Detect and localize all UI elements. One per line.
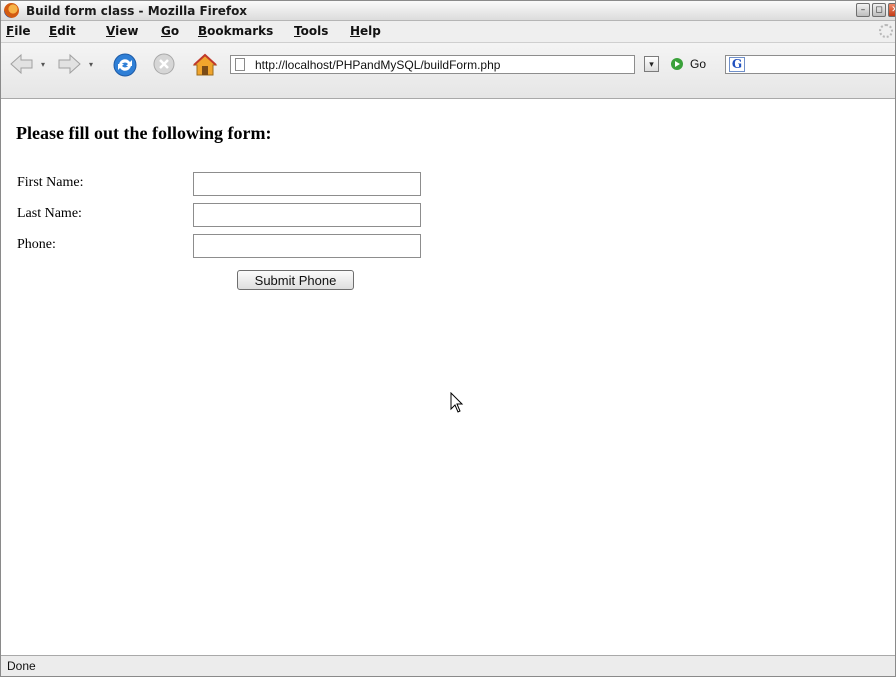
forward-dropdown-icon[interactable]: ▾ xyxy=(89,60,93,69)
menu-view[interactable]: View xyxy=(106,24,138,38)
page-icon xyxy=(235,58,245,71)
last-name-label: Last Name: xyxy=(17,206,82,221)
menu-edit[interactable]: Edit xyxy=(49,24,76,38)
maximize-button[interactable]: ◻ xyxy=(872,3,886,17)
mouse-cursor-icon xyxy=(450,391,464,419)
minimize-button[interactable]: – xyxy=(856,3,870,17)
status-bar: Done xyxy=(1,655,895,676)
url-text[interactable]: http://localhost/PHPandMySQL/buildForm.p… xyxy=(255,58,500,72)
page-heading: Please fill out the following form: xyxy=(16,123,272,143)
go-icon[interactable] xyxy=(671,58,683,70)
menu-tools[interactable]: Tools xyxy=(294,24,328,38)
forward-icon[interactable] xyxy=(56,51,82,82)
back-icon[interactable] xyxy=(9,51,35,82)
navigation-toolbar: ▾ ▾ http://localhost/PHPandMySQL/buildFo… xyxy=(1,43,895,99)
reload-icon[interactable] xyxy=(111,51,139,84)
title-bar[interactable]: Build form class - Mozilla Firefox – ◻ ✕ xyxy=(1,1,895,21)
window-title: Build form class - Mozilla Firefox xyxy=(26,4,248,18)
throbber-icon xyxy=(879,24,893,38)
home-icon[interactable] xyxy=(191,51,219,84)
stop-icon[interactable] xyxy=(151,51,177,82)
url-history-dropdown[interactable]: ▾ xyxy=(644,56,659,72)
menu-go[interactable]: Go xyxy=(161,24,179,38)
page-content: Please fill out the following form: Firs… xyxy=(1,99,895,657)
first-name-label: First Name: xyxy=(17,175,84,190)
first-name-field[interactable] xyxy=(193,172,421,196)
menu-file[interactable]: File xyxy=(6,24,31,38)
close-button[interactable]: ✕ xyxy=(888,3,895,17)
menu-bookmarks[interactable]: Bookmarks xyxy=(198,24,273,38)
menu-help[interactable]: Help xyxy=(350,24,381,38)
submit-phone-button[interactable]: Submit Phone xyxy=(237,270,354,290)
phone-label: Phone: xyxy=(17,237,56,252)
menu-bar: File Edit View Go Bookmarks Tools Help xyxy=(1,21,895,43)
window-controls: – ◻ ✕ xyxy=(856,3,895,17)
google-search-icon[interactable]: G xyxy=(729,57,745,72)
browser-window: Build form class - Mozilla Firefox – ◻ ✕… xyxy=(0,0,896,677)
phone-field[interactable] xyxy=(193,234,421,258)
firefox-icon xyxy=(4,3,19,18)
last-name-field[interactable] xyxy=(193,203,421,227)
search-box[interactable]: G xyxy=(725,55,895,74)
back-dropdown-icon[interactable]: ▾ xyxy=(41,60,45,69)
address-bar[interactable]: http://localhost/PHPandMySQL/buildForm.p… xyxy=(230,55,635,74)
status-text: Done xyxy=(7,659,36,673)
go-button[interactable]: Go xyxy=(690,57,706,71)
